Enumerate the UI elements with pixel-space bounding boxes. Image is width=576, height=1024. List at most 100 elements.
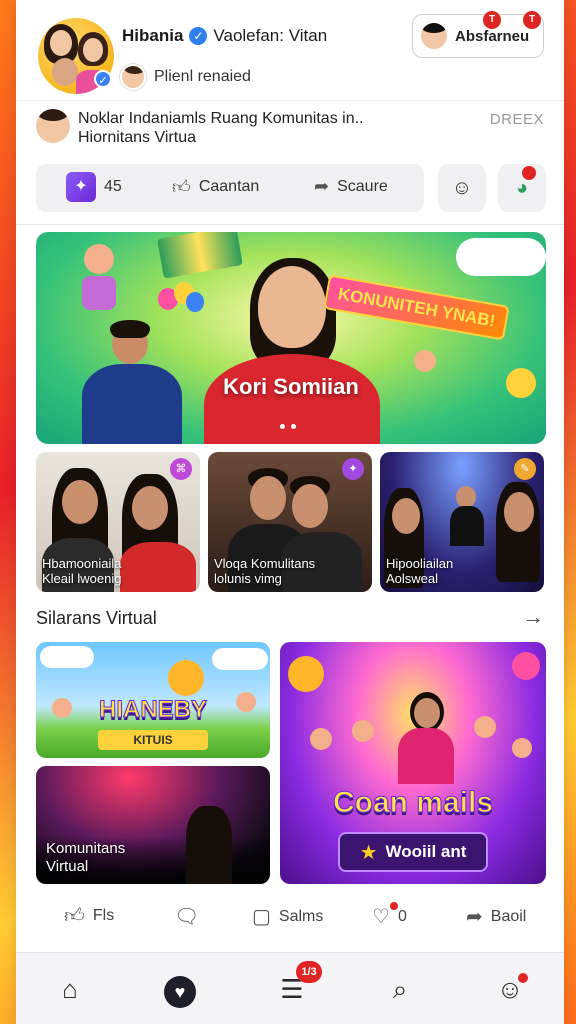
count-value: 45 [104, 178, 122, 195]
hero-banner[interactable]: KONUNITEH YNAB! Kori Somiian [36, 232, 546, 444]
tag-icon: ⌘ [170, 458, 192, 480]
sparkle-tag-icon: ✎ [514, 458, 536, 480]
share-label: Scaure [337, 177, 388, 195]
like-stat[interactable]: 👍︎ Caantan [172, 176, 259, 198]
cartoon-kid [310, 728, 332, 750]
emoji-button[interactable]: ☺ [438, 164, 486, 212]
media-card[interactable]: ✦ Vloqa Komulitans lolunis vimg [208, 452, 372, 592]
love-action[interactable]: ♡ 0 [372, 902, 407, 929]
arrow-right-icon[interactable]: → [522, 604, 544, 630]
balloon-graphic [186, 292, 204, 312]
card-title: Vloqa Komulitans [214, 556, 316, 571]
globe-button[interactable]: ◕ [498, 164, 546, 212]
section-title: Silarans Virtual [36, 608, 157, 628]
share-action-label: Baoil [490, 907, 527, 925]
home-icon: ⌂ [62, 974, 78, 1004]
cartoon-kid [84, 244, 114, 274]
globe-badge [522, 166, 536, 180]
button-avatar [421, 23, 447, 49]
like-action-label: Fls [92, 907, 115, 924]
app-screen: ✓ Hibania ✓ Vaolefan: Vitan Plienl renai… [16, 0, 564, 1024]
featured-cta-label: Wooiil ant [385, 842, 467, 861]
hero-title: Kori Somiian [223, 374, 359, 399]
tile-featured[interactable]: Coan mails ★ Wooiil ant [280, 642, 546, 884]
heart-chat-icon: ♥ [164, 976, 196, 1008]
share-arrow-icon: ➦ [314, 176, 330, 196]
thumbs-up-icon: 👍︎ [172, 177, 191, 197]
cloud-graphic [212, 648, 268, 670]
profile-name: Hibania [122, 26, 184, 45]
header-action-button[interactable]: Absfarneu T T [412, 11, 544, 58]
save-action[interactable]: ▢ Salms [252, 904, 323, 929]
share-stat[interactable]: ➦ Scaure [314, 176, 388, 197]
share-arrow-icon: ➦ [466, 906, 483, 928]
star-tag-icon: ✦ [342, 458, 364, 480]
tile-label: Komunitans Virtual [46, 840, 126, 875]
tile-concert[interactable]: Komunitans Virtual [36, 766, 270, 884]
nav-messages[interactable]: ♥ [160, 969, 200, 1009]
notification-badge: T [483, 11, 501, 29]
heart-icon: ♡ [372, 906, 390, 928]
love-count: 0 [397, 907, 407, 925]
notification-badge: T [523, 11, 541, 29]
card-subtitle: Aolsweal [386, 571, 439, 586]
comment-icon: 🗨︎ [174, 906, 200, 928]
like-label: Caantan [198, 178, 260, 195]
nav-profile[interactable]: ☺ [490, 969, 530, 1009]
cartoon-kid [474, 716, 496, 738]
love-dot [390, 902, 398, 910]
feed-badge: 1/3 [296, 961, 322, 983]
search-icon: ⌕ [392, 974, 408, 1004]
profile-header: ✓ Hibania ✓ Vaolefan: Vitan Plienl renai… [16, 0, 564, 100]
card-subtitle: lolunis vimg [214, 571, 282, 586]
media-card[interactable]: ⌘ Hbamooniaila Kleail lwoenig [36, 452, 200, 592]
profile-title-rest: Vaolefan: Vitan [213, 26, 328, 45]
divider [16, 224, 564, 225]
featured-cta-button[interactable]: ★ Wooiil ant [338, 832, 488, 872]
bottom-nav: ⌂ ♥ ☰ 1/3 ⌕ ☺ [16, 952, 564, 1024]
tile-game[interactable]: HIANEBY KITUIS [36, 642, 270, 758]
community-row[interactable]: Noklar Indaniamls Ruang Komunitas in.. H… [16, 100, 564, 152]
tile-title: Coan mails [332, 786, 494, 820]
tile-title: HIANEBY [98, 696, 207, 724]
verified-badge-icon: ✓ [94, 70, 112, 88]
count-stat[interactable]: ✦ 45 [66, 172, 122, 202]
cartoon-kid [512, 738, 532, 758]
nav-feed[interactable]: ☰ 1/3 [272, 961, 322, 1009]
card-subtitle: Kleail lwoenig [42, 571, 122, 586]
comment-action[interactable]: 🗨︎ [174, 904, 199, 929]
profile-subtitle: Plienl renaied [154, 68, 251, 85]
cartoon-mascot [288, 656, 324, 692]
globe-icon: ◕ [515, 177, 529, 199]
cartoon-kid [414, 350, 436, 372]
carousel-dots[interactable] [280, 424, 296, 429]
card-label: Hipooliailan Aolsweal [386, 556, 453, 586]
media-card[interactable]: ✎ Hipooliailan Aolsweal [380, 452, 544, 592]
balloon-graphic [512, 652, 540, 680]
smiley-icon: ☺ [451, 177, 473, 199]
share-action[interactable]: ➦ Baoil [466, 904, 526, 929]
cloud-graphic [456, 238, 546, 276]
community-description: Noklar Indaniamls Ruang Komunitas in.. H… [78, 110, 364, 146]
profile-dot [518, 973, 528, 983]
card-title: Hbamooniaila [42, 556, 122, 571]
star-icon: ★ [359, 841, 378, 864]
hero-woman-face [258, 266, 326, 348]
cartoon-mascot [168, 660, 204, 696]
cloud-graphic [40, 646, 94, 668]
nav-search[interactable]: ⌕ [380, 969, 420, 1009]
cartoon-kid-body [82, 276, 116, 310]
mini-avatar [120, 64, 146, 90]
like-action[interactable]: 👍︎ Fls [64, 904, 114, 928]
community-tag: DREEX [489, 111, 544, 128]
bookmark-icon: ▢ [252, 906, 271, 928]
nav-home[interactable]: ⌂ [50, 969, 90, 1009]
hero-sign: KONUNITEH YNAB! [323, 274, 510, 341]
verified-icon: ✓ [189, 27, 208, 45]
card-label: Hbamooniaila Kleail lwoenig [42, 556, 122, 586]
sparkle-icon: ✦ [66, 172, 96, 202]
cartoon-kid [352, 720, 374, 742]
kite-graphic [157, 232, 243, 279]
post-actions: 👍︎ Fls 🗨︎ ▢ Salms ♡ 0 ➦ Baoil [16, 896, 564, 940]
stats-bar: ✦ 45 👍︎ Caantan ➦ Scaure [36, 164, 424, 212]
